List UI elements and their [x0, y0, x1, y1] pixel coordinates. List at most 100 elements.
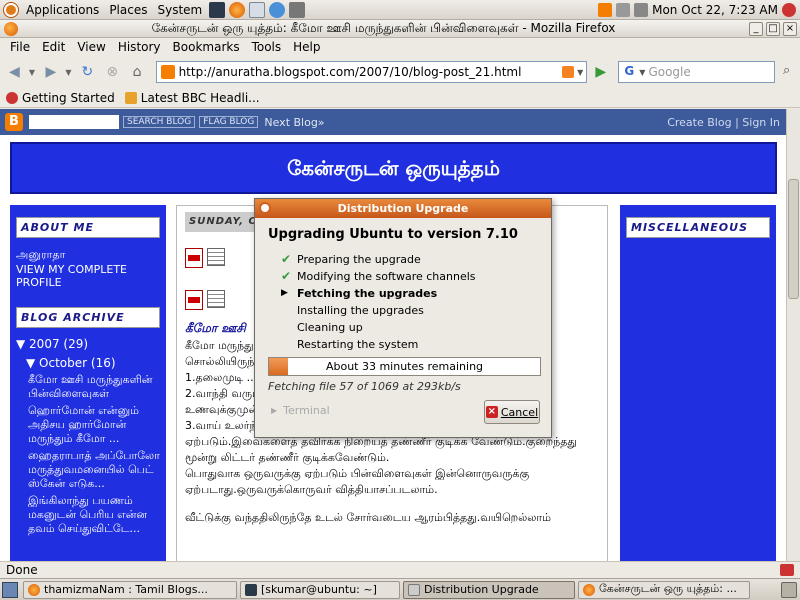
taskbar-item-firefox-thamizmanam[interactable]: thamizmaNam : Tamil Blogs... — [23, 580, 237, 599]
vertical-scrollbar[interactable] — [786, 109, 800, 561]
right-sidebar: MISCELLANEOUS — [620, 205, 776, 561]
terminal-launcher-icon[interactable] — [209, 1, 226, 18]
taskbar-item-terminal[interactable]: [skumar@ubuntu: ~] — [240, 580, 400, 599]
maximize-button[interactable]: □ — [766, 21, 780, 36]
back-history-dropdown[interactable]: ▼ — [29, 68, 37, 77]
next-blog-link[interactable]: Next Blog» — [264, 116, 324, 129]
sign-in-link[interactable]: Sign In — [742, 116, 780, 129]
blog-search-input[interactable] — [29, 115, 119, 129]
terminal-expander[interactable]: ▶ Terminal — [271, 404, 330, 417]
print-icon[interactable] — [207, 248, 225, 266]
applications-menu[interactable]: Applications — [21, 3, 104, 17]
menu-view[interactable]: View — [71, 40, 111, 54]
minimize-button[interactable]: _ — [749, 21, 763, 36]
taskbar-label: thamizmaNam : Tamil Blogs... — [44, 583, 208, 596]
search-engine-dropdown[interactable]: ▼ — [639, 68, 645, 77]
reload-button[interactable]: ↻ — [77, 61, 98, 83]
ubuntu-logo-icon[interactable] — [4, 2, 18, 17]
archive-post-link[interactable]: இங்கிலாந்து பயணம் மகனுடன் பெரிய என்ன தவம… — [16, 494, 160, 536]
blog-header[interactable]: கேன்சருடன் ஒருயுத்தம் — [10, 142, 777, 194]
blogger-logo-icon[interactable]: B — [5, 113, 23, 131]
network-icon[interactable] — [616, 2, 631, 17]
menu-tools[interactable]: Tools — [246, 40, 288, 54]
archive-month[interactable]: ▼ October (16) — [16, 357, 160, 370]
mail-launcher-icon[interactable] — [249, 1, 266, 18]
step-label: Installing the upgrades — [297, 304, 424, 317]
places-menu[interactable]: Places — [104, 3, 152, 17]
home-button[interactable]: ⌂ — [127, 61, 148, 83]
menu-file[interactable]: File — [4, 40, 36, 54]
menu-history[interactable]: History — [112, 40, 167, 54]
left-sidebar: ABOUT ME அனுராதா VIEW MY COMPLETE PROFIL… — [10, 205, 166, 561]
search-input[interactable]: Google — [648, 65, 690, 79]
archive-year[interactable]: ▼ 2007 (29) — [16, 338, 160, 351]
url-bar[interactable]: http://anuratha.blogspot.com/2007/10/blo… — [155, 61, 588, 83]
bookmark-icon — [6, 91, 18, 104]
view-profile-link[interactable]: VIEW MY COMPLETE PROFILE — [16, 263, 160, 289]
scrollbar-thumb[interactable] — [788, 179, 799, 299]
step-preparing: ✔ Preparing the upgrade — [281, 251, 551, 268]
system-menu[interactable]: System — [152, 3, 207, 17]
forward-button[interactable]: ▶ — [40, 61, 61, 83]
post-line: மூன்று லிட்டர் தண்ணீர் குடிக்கவேண்டும். — [185, 451, 390, 464]
menu-edit[interactable]: Edit — [36, 40, 71, 54]
author-name[interactable]: அனுராதா — [16, 248, 160, 261]
bookmark-bbc-headlines[interactable]: Latest BBC Headli... — [124, 91, 260, 105]
flag-blog-button[interactable]: FLAG BLOG — [199, 116, 259, 128]
firefox-window-icon[interactable] — [4, 21, 18, 36]
taskbar-item-firefox-blog[interactable]: கேன்சருடன் ஒரு யுத்தம்: ... — [578, 580, 750, 599]
create-blog-link[interactable]: Create Blog — [667, 116, 731, 129]
clock[interactable]: Mon Oct 22, 7:23 AM — [652, 3, 778, 17]
window-titlebar[interactable]: கேன்சருடன் ஒரு யுத்தம்: கீமோ ஊசி மருந்து… — [0, 20, 800, 38]
update-notifier-icon[interactable] — [598, 2, 613, 17]
back-button[interactable]: ◀ — [4, 61, 25, 83]
archive-post-link[interactable]: ஹொர்மோன் என்னும் அதிசய ஹார்மோன் மருந்தும… — [16, 404, 160, 446]
fetch-status: Fetching file 57 of 1069 at 293kb/s — [268, 380, 461, 393]
taskbar-item-distribution-upgrade[interactable]: Distribution Upgrade — [403, 580, 575, 599]
menu-help[interactable]: Help — [287, 40, 326, 54]
firefox-launcher-icon[interactable] — [229, 1, 246, 18]
post-line — [185, 498, 599, 510]
checkmark-icon: ✔ — [281, 252, 292, 266]
post-line: பொதுவாக ஒருவருக்கு ஏற்படும் பின்விளைவுகள… — [185, 467, 530, 480]
url-history-dropdown[interactable]: ▼ — [577, 68, 583, 77]
step-label: Restarting the system — [297, 338, 419, 351]
cancel-button[interactable]: × Cancel — [484, 400, 540, 424]
dialog-titlebar[interactable]: Distribution Upgrade — [255, 199, 551, 218]
show-desktop-icon[interactable] — [2, 581, 18, 598]
volume-icon[interactable] — [634, 2, 649, 17]
screenshot-launcher-icon[interactable] — [289, 1, 306, 18]
status-icon[interactable] — [780, 564, 794, 576]
upgrade-icon — [408, 583, 420, 596]
search-magnifier-icon[interactable]: ⌕ — [783, 63, 800, 81]
expander-arrow-icon: ▶ — [271, 406, 278, 415]
taskbar: thamizmaNam : Tamil Blogs... [skumar@ubu… — [0, 578, 800, 600]
url-text[interactable]: http://anuratha.blogspot.com/2007/10/blo… — [179, 65, 563, 79]
menu-bookmarks[interactable]: Bookmarks — [167, 40, 246, 54]
terminal-icon — [245, 583, 257, 596]
logout-icon[interactable] — [782, 2, 796, 17]
bookmark-getting-started[interactable]: Getting Started — [6, 91, 115, 105]
forward-history-dropdown[interactable]: ▼ — [65, 68, 73, 77]
cancel-icon: × — [485, 406, 498, 418]
taskbar-label: Distribution Upgrade — [424, 583, 539, 596]
search-bar[interactable]: G ▼ Google — [618, 61, 775, 83]
pdf-icon[interactable] — [185, 248, 203, 268]
terminal-label: Terminal — [283, 404, 330, 417]
go-button[interactable]: ▶ — [591, 62, 610, 82]
dialog-window-icon[interactable] — [259, 202, 271, 214]
pdf-icon[interactable] — [185, 290, 203, 310]
miscellaneous-title: MISCELLANEOUS — [626, 217, 770, 238]
rss-feed-icon[interactable] — [562, 66, 575, 78]
archive-post-link[interactable]: ஹைதராபாத் அப்போலோ மருத்துவமனையில் பெட் ஸ… — [16, 449, 160, 491]
search-engine-icon[interactable]: G — [621, 64, 637, 80]
trash-icon[interactable] — [781, 581, 797, 598]
stop-button[interactable]: ⊗ — [102, 61, 123, 83]
print-icon[interactable] — [207, 290, 225, 308]
current-step-arrow-icon: ▶ — [281, 288, 288, 298]
search-blog-button[interactable]: SEARCH BLOG — [123, 116, 196, 128]
archive-post-link[interactable]: கீமோ ஊசி மருந்துகளின் பின்விளைவுகள் — [16, 373, 160, 401]
help-launcher-icon[interactable] — [269, 1, 286, 18]
close-button[interactable]: × — [783, 21, 797, 36]
post-line: ஏற்படாது.ஒருவருக்கொருவர் வித்தியாசப்படலா… — [185, 483, 438, 496]
